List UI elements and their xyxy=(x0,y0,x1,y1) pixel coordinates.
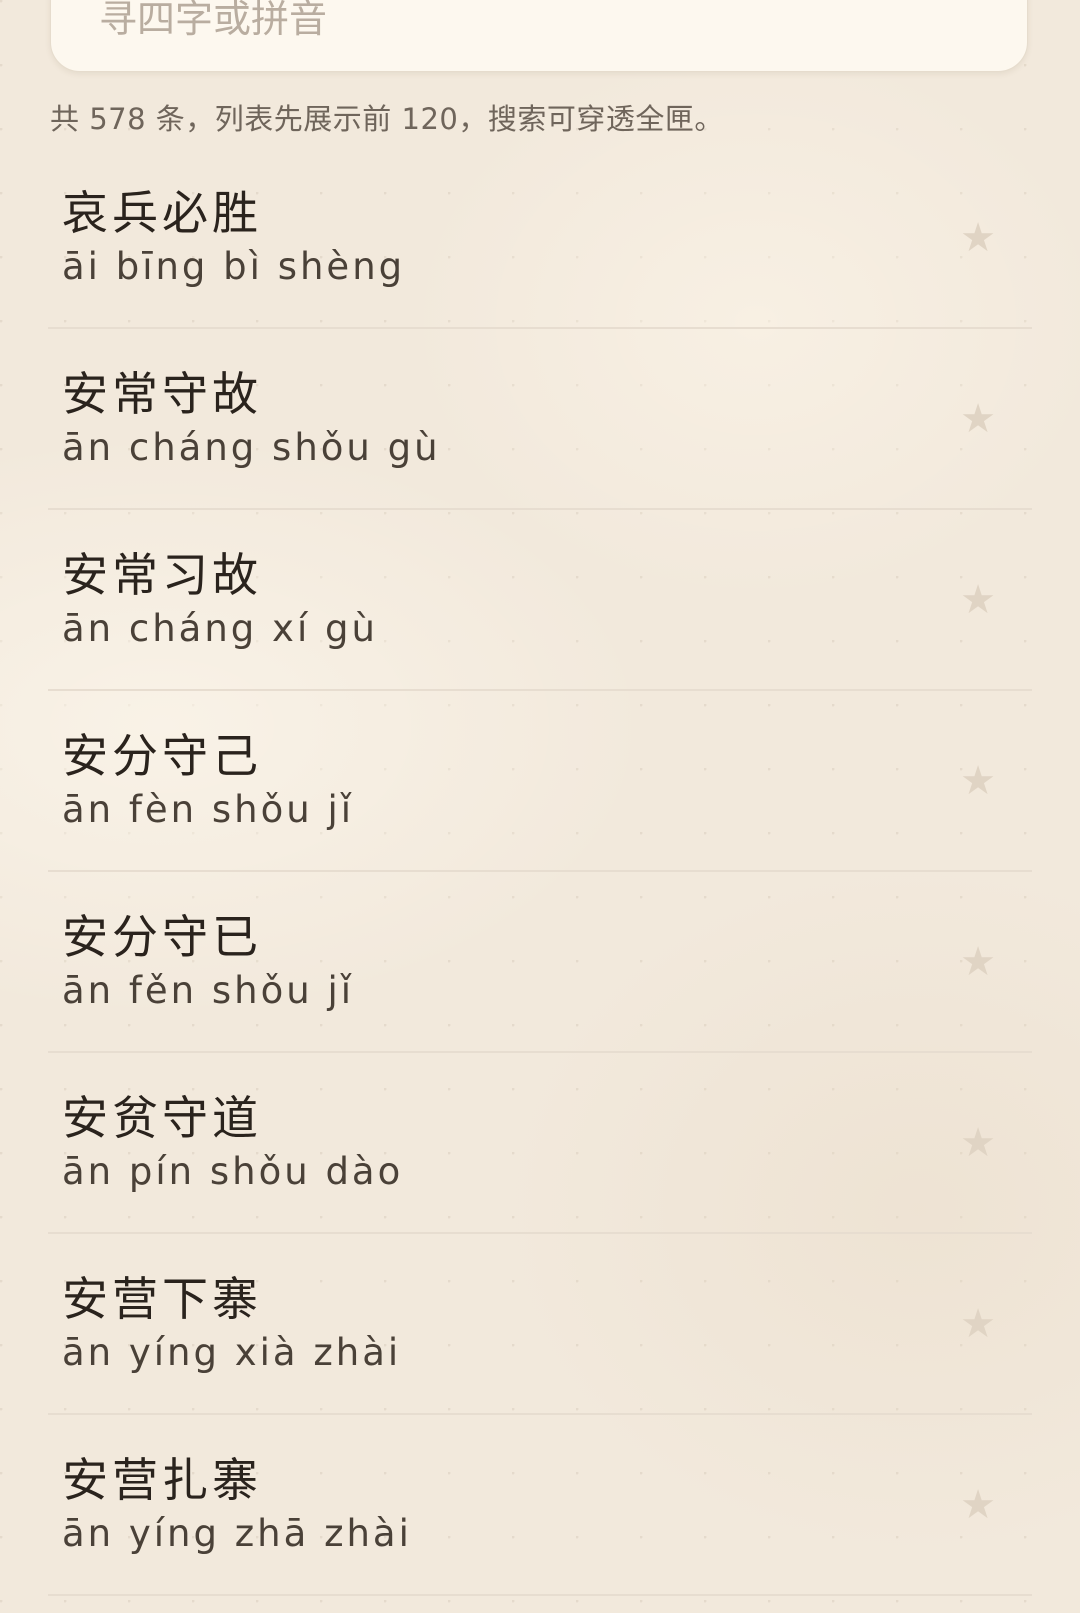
idiom-list-item[interactable]: 安分守己 ān fèn shǒu jǐ ★ xyxy=(48,691,1032,872)
idiom-text: 安分守己 xyxy=(62,729,262,783)
idiom-list-item[interactable]: 安营下寨 ān yíng xià zhài ★ xyxy=(48,1234,1032,1415)
idiom-pinyin: ān yíng zhā zhài xyxy=(62,1512,412,1555)
favorite-button[interactable]: ★ xyxy=(952,1298,1004,1350)
star-icon: ★ xyxy=(960,757,996,804)
idiom-text: 安贫守道 xyxy=(62,1091,262,1145)
idiom-list-item[interactable]: 哀兵必胜 āi bīng bì shèng ★ xyxy=(48,148,1032,329)
favorite-button[interactable]: ★ xyxy=(952,1479,1004,1531)
idiom-list-item[interactable]: 安分守已 ān fěn shǒu jǐ ★ xyxy=(48,872,1032,1053)
idiom-pinyin: āi bīng bì shèng xyxy=(62,245,406,288)
idiom-text: 安常守故 xyxy=(62,367,262,421)
idiom-list-item[interactable]: 安常习故 ān cháng xí gù ★ xyxy=(48,510,1032,691)
star-icon: ★ xyxy=(960,576,996,623)
search-box[interactable] xyxy=(50,0,1028,72)
star-icon: ★ xyxy=(960,1300,996,1347)
idiom-list-item[interactable]: 安贫守道 ān pín shǒu dào ★ xyxy=(48,1053,1032,1234)
idiom-text: 安营扎寨 xyxy=(62,1453,262,1507)
idiom-pinyin: ān yíng xià zhài xyxy=(62,1331,402,1374)
idiom-pinyin: ān pín shǒu dào xyxy=(62,1150,404,1193)
favorite-button[interactable]: ★ xyxy=(952,755,1004,807)
star-icon: ★ xyxy=(960,1119,996,1166)
search-input[interactable] xyxy=(99,0,959,47)
star-icon: ★ xyxy=(960,214,996,261)
favorite-button[interactable]: ★ xyxy=(952,574,1004,626)
idiom-pinyin: ān cháng shǒu gù xyxy=(62,426,441,469)
favorite-button[interactable]: ★ xyxy=(952,1117,1004,1169)
idiom-pinyin: ān fěn shǒu jǐ xyxy=(62,969,355,1012)
idiom-pinyin: ān fèn shǒu jǐ xyxy=(62,788,355,831)
star-icon: ★ xyxy=(960,938,996,985)
star-icon: ★ xyxy=(960,1481,996,1528)
idiom-list-item[interactable]: 安常守故 ān cháng shǒu gù ★ xyxy=(48,329,1032,510)
idiom-list: 哀兵必胜 āi bīng bì shèng ★ 安常守故 ān cháng sh… xyxy=(48,148,1032,1596)
idiom-text: 安分守已 xyxy=(62,910,262,964)
idiom-list-item[interactable]: 安营扎寨 ān yíng zhā zhài ★ xyxy=(48,1415,1032,1596)
idiom-text: 安营下寨 xyxy=(62,1272,262,1326)
idiom-text: 哀兵必胜 xyxy=(62,186,262,240)
favorite-button[interactable]: ★ xyxy=(952,393,1004,445)
star-icon: ★ xyxy=(960,395,996,442)
idiom-pinyin: ān cháng xí gù xyxy=(62,607,378,650)
favorite-button[interactable]: ★ xyxy=(952,212,1004,264)
idiom-text: 安常习故 xyxy=(62,548,262,602)
favorite-button[interactable]: ★ xyxy=(952,936,1004,988)
result-summary: 共 578 条，列表先展示前 120，搜索可穿透全匣。 xyxy=(50,102,724,136)
